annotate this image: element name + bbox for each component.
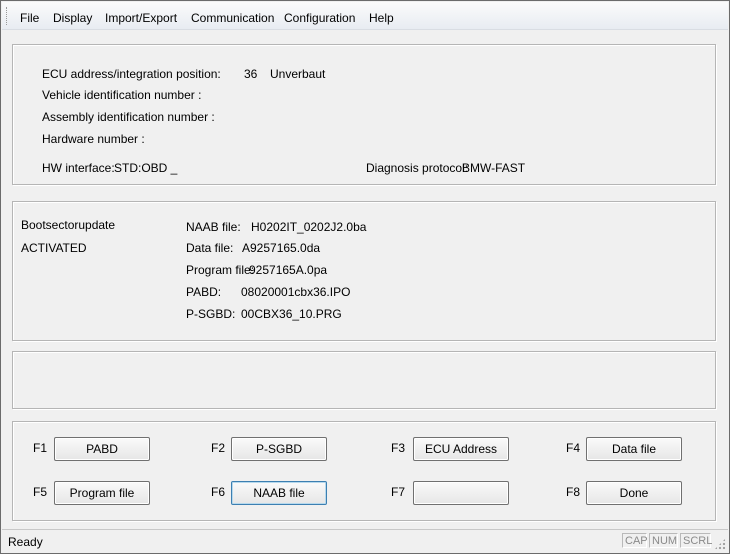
- data-file-value: A9257165.0da: [242, 241, 321, 255]
- main-window: File Display Import/Export Communication…: [0, 0, 730, 554]
- f8-key-label: F8: [566, 485, 581, 499]
- ecu-address-value: 36: [244, 67, 258, 81]
- diag-protocol-label: Diagnosis protocol:: [366, 161, 469, 175]
- menu-import-export[interactable]: Import/Export: [105, 11, 177, 25]
- done-button[interactable]: Done: [586, 481, 682, 505]
- message-panel: [12, 351, 716, 409]
- f2-key-label: F2: [211, 441, 226, 455]
- psgbd-label: P-SGBD:: [186, 307, 236, 321]
- program-file-button[interactable]: Program file: [54, 481, 150, 505]
- ecu-address-button[interactable]: ECU Address: [413, 437, 509, 461]
- naab-file-label: NAAB file:: [186, 220, 241, 234]
- hardware-number-label: Hardware number :: [42, 132, 145, 146]
- menu-file[interactable]: File: [20, 11, 39, 25]
- f1-key-label: F1: [33, 441, 48, 455]
- ecu-info-panel: ECU address/integration position: 36 Unv…: [12, 44, 716, 185]
- f4-key-label: F4: [566, 441, 581, 455]
- f6-key-label: F6: [211, 485, 226, 499]
- menu-configuration[interactable]: Configuration: [284, 11, 355, 25]
- f7-key-label: F7: [391, 485, 406, 499]
- files-panel: Bootsectorupdate ACTIVATED NAAB file: H0…: [12, 201, 716, 341]
- mode-status: ACTIVATED: [21, 241, 87, 255]
- ecu-address-label: ECU address/integration position:: [42, 67, 221, 81]
- naab-file-button[interactable]: NAAB file: [231, 481, 327, 505]
- pabd-label: PABD:: [186, 285, 222, 299]
- menu-grip: [6, 7, 9, 25]
- scrl-indicator: SCRL: [680, 533, 712, 548]
- program-file-label: Program file:: [186, 263, 255, 277]
- pabd-button[interactable]: PABD: [54, 437, 150, 461]
- diag-protocol-value: BMW-FAST: [462, 161, 526, 175]
- assembly-id-label: Assembly identification number :: [42, 110, 215, 124]
- status-text: Ready: [8, 535, 43, 549]
- menu-help[interactable]: Help: [369, 11, 394, 25]
- ecu-address-status: Unverbaut: [270, 67, 326, 81]
- psgbd-value: 00CBX36_10.PRG: [241, 307, 342, 321]
- function-keys-panel: F1 PABD F2 P-SGBD F3 ECU Address F4 Data…: [12, 421, 716, 521]
- menu-bar: File Display Import/Export Communication…: [2, 2, 728, 30]
- menu-display[interactable]: Display: [53, 11, 92, 25]
- cap-indicator: CAP: [622, 533, 648, 548]
- hw-interface-label: HW interface:: [42, 161, 115, 175]
- f7-button[interactable]: [413, 481, 509, 505]
- pabd-value: 08020001cbx36.IPO: [241, 285, 351, 299]
- f3-key-label: F3: [391, 441, 406, 455]
- program-file-value: 9257165A.0pa: [249, 263, 328, 277]
- data-file-button[interactable]: Data file: [586, 437, 682, 461]
- psgbd-button[interactable]: P-SGBD: [231, 437, 327, 461]
- data-file-label: Data file:: [186, 241, 234, 255]
- naab-file-value: H0202IT_0202J2.0ba: [251, 220, 367, 234]
- menu-communication[interactable]: Communication: [191, 11, 274, 25]
- num-indicator: NUM: [649, 533, 678, 548]
- hw-interface-value: STD:OBD _: [114, 161, 178, 175]
- status-bar: Ready CAP NUM SCRL: [2, 529, 728, 552]
- mode-label: Bootsectorupdate: [21, 218, 116, 232]
- resize-grip-icon[interactable]: [714, 538, 726, 550]
- vehicle-id-label: Vehicle identification number :: [42, 88, 202, 102]
- f5-key-label: F5: [33, 485, 48, 499]
